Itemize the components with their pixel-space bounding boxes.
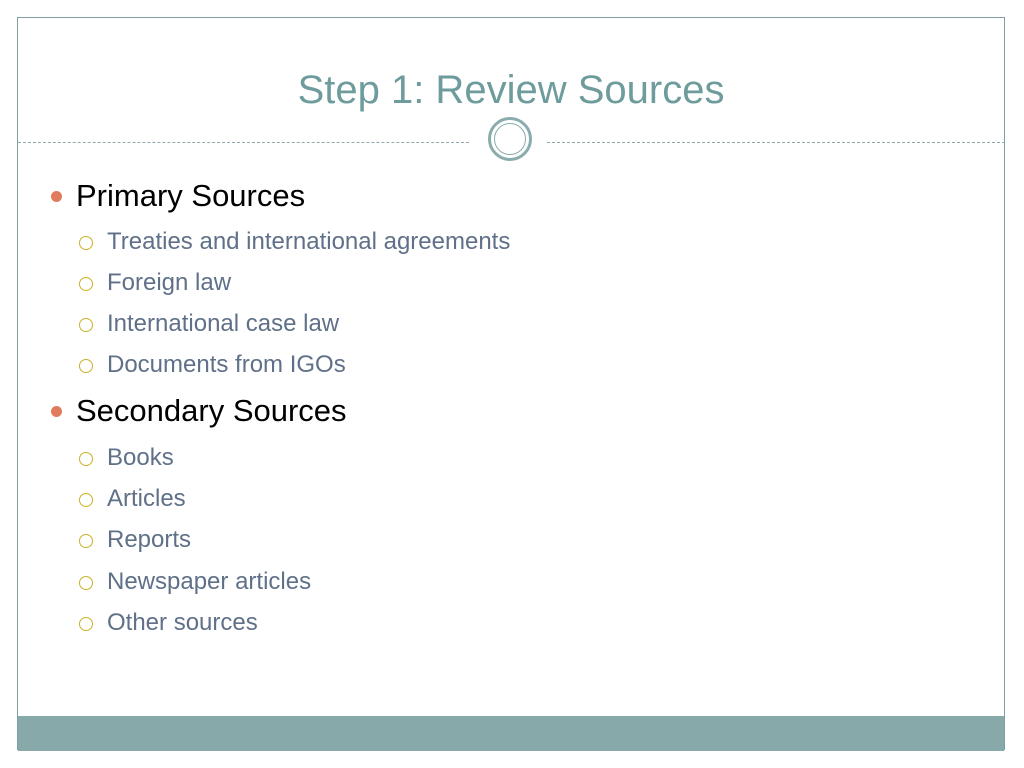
list-item-level2: Articles <box>79 485 186 512</box>
list-item-text: International case law <box>107 310 340 337</box>
list-item-level2: Books <box>79 444 174 471</box>
list-item-text: Other sources <box>107 609 258 636</box>
bullet-dot-icon <box>51 406 62 417</box>
bullet-dot-icon <box>51 191 62 202</box>
bullet-ring-icon <box>79 493 93 507</box>
bullet-ring-icon <box>79 236 93 250</box>
list-item-level2: Other sources <box>79 609 258 636</box>
section-heading: Secondary Sources <box>76 393 347 428</box>
list-item-text: Documents from IGOs <box>107 351 346 378</box>
list-item-text: Books <box>107 444 174 471</box>
bullet-ring-icon <box>79 576 93 590</box>
list-item-level2: Documents from IGOs <box>79 351 346 378</box>
bullet-ring-icon <box>79 452 93 466</box>
bullet-ring-icon <box>79 359 93 373</box>
list-item-level2: Treaties and international agreements <box>79 228 511 255</box>
list-item-level2: International case law <box>79 310 340 337</box>
list-item-text: Reports <box>107 526 192 553</box>
bullet-ring-icon <box>79 534 93 548</box>
bullet-ring-icon <box>79 617 93 631</box>
list-item-text: Articles <box>107 485 186 512</box>
list-item-level2: Newspaper articles <box>79 568 312 595</box>
list-item-text: Foreign law <box>107 269 232 296</box>
bullet-ring-icon <box>79 277 93 291</box>
footer-accent-bar <box>18 716 1004 751</box>
bullet-ring-icon <box>79 318 93 332</box>
list-item-text: Newspaper articles <box>107 568 312 595</box>
section-heading: Primary Sources <box>76 178 306 213</box>
list-item-level2: Reports <box>79 526 192 553</box>
list-item-level1: Primary Sources <box>51 178 306 213</box>
list-item-level2: Foreign law <box>79 269 232 296</box>
slide: Step 1: Review Sources Primary Sources T… <box>17 17 1005 751</box>
bullet-list: Primary Sources Treaties and internation… <box>18 18 1004 749</box>
list-item-level1: Secondary Sources <box>51 393 347 428</box>
list-item-text: Treaties and international agreements <box>107 228 511 255</box>
